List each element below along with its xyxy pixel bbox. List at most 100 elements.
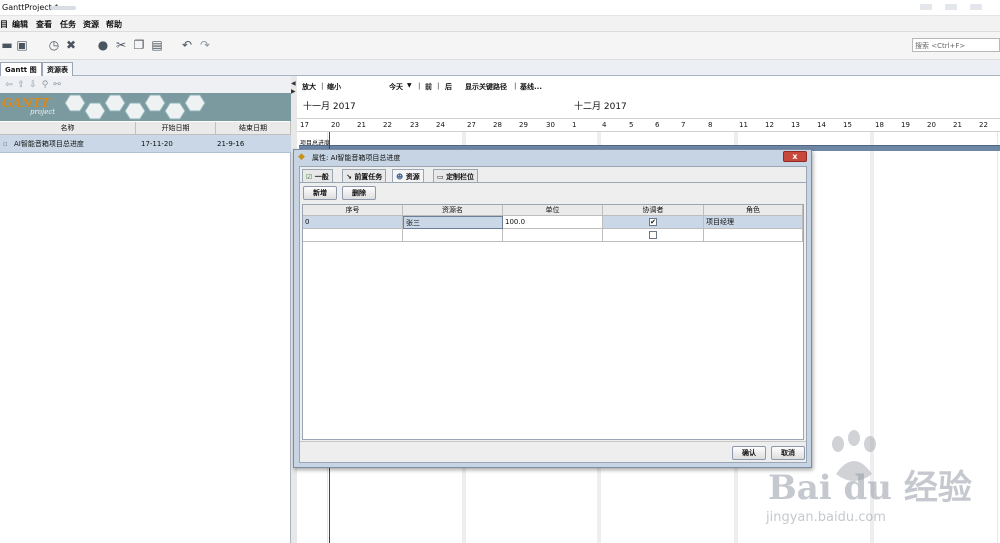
day-label: 14 xyxy=(817,121,826,129)
cell-coordinator[interactable] xyxy=(603,229,704,242)
task-tree-toolbar: ⇦ ⇧ ⇩ ⚲ ⚯ xyxy=(0,76,291,93)
dialog-title-bar[interactable]: ◆ 属性: AI智能音箱项目总进度 x xyxy=(294,150,811,165)
search-input[interactable]: 搜索 <Ctrl+F> xyxy=(912,38,1000,52)
history-icon[interactable]: ◷ xyxy=(47,38,61,52)
column-start-date[interactable]: 开始日期 xyxy=(136,122,216,135)
column-end-date[interactable]: 结束日期 xyxy=(216,122,291,135)
day-label: 12 xyxy=(765,121,774,129)
dialog-title: 属性: AI智能音箱项目总进度 xyxy=(312,154,401,162)
day-label: 11 xyxy=(739,121,748,129)
tab-custom-columns[interactable]: ▭ 定制栏位 xyxy=(433,169,479,182)
day-label: 15 xyxy=(843,121,852,129)
column-unit[interactable]: 单位 xyxy=(503,205,603,216)
task-end[interactable]: 21-9-16 xyxy=(217,135,244,153)
logo-project-text: project xyxy=(30,108,56,116)
save-as-icon[interactable]: ▣ xyxy=(15,38,29,52)
coordinator-checkbox[interactable] xyxy=(649,231,657,239)
day-label: 20 xyxy=(927,121,936,129)
tab-resource-chart[interactable]: 资源表 xyxy=(42,62,73,76)
menu-resource[interactable]: 资源 xyxy=(83,19,99,30)
save-icon[interactable]: ▬ xyxy=(0,38,14,52)
footer-divider xyxy=(300,441,806,442)
column-name[interactable]: 名称 xyxy=(0,122,136,135)
chart-toolbar: 放大 | 缩小 今天 ▼ | 前 | 后 显示关键路径 | 基线... xyxy=(297,76,1000,96)
menu-edit[interactable]: 编辑 xyxy=(12,19,28,30)
column-id[interactable]: 序号 xyxy=(303,205,403,216)
arrow-icon: ↘ xyxy=(346,173,352,181)
tab-resources[interactable]: ☻ 资源 xyxy=(392,169,424,182)
cell-role[interactable] xyxy=(704,229,803,242)
day-label: 13 xyxy=(791,121,800,129)
task-name[interactable]: AI智能音箱项目总进度 xyxy=(14,135,84,153)
menu-project[interactable]: 目 xyxy=(0,19,8,30)
task-table-header: 名称 开始日期 结束日期 xyxy=(0,122,291,135)
menu-help[interactable]: 帮助 xyxy=(106,19,122,30)
maximize-button[interactable] xyxy=(945,4,957,10)
title-filename-blur xyxy=(50,6,76,10)
zoom-out-button[interactable]: 缩小 xyxy=(327,82,341,92)
day-label: 24 xyxy=(436,121,445,129)
critical-path-button[interactable]: 显示关键路径 xyxy=(465,82,507,92)
cell-role[interactable]: 项目经理 xyxy=(704,216,803,229)
cut-icon[interactable]: ✂ xyxy=(114,38,128,52)
collapse-right-icon[interactable]: ▶ xyxy=(291,88,296,95)
redo-icon[interactable]: ↷ xyxy=(198,38,212,52)
title-bar: GanttProject * xyxy=(0,0,1000,16)
window-close-button[interactable] xyxy=(970,4,982,10)
menu-bar: 目 编辑 查看 任务 资源 帮助 xyxy=(0,16,1000,32)
cell-resource-name[interactable] xyxy=(403,229,503,242)
cell-unit[interactable]: 100.0 xyxy=(503,216,603,229)
cell-id[interactable] xyxy=(303,229,403,242)
day-label: 21 xyxy=(357,121,366,129)
paste-icon[interactable]: ▤ xyxy=(150,38,164,52)
cell-id[interactable]: 0 xyxy=(303,216,403,229)
task-start[interactable]: 17-11-20 xyxy=(141,135,173,153)
minimize-button[interactable] xyxy=(920,4,932,10)
delete-icon[interactable]: ✖ xyxy=(64,38,78,52)
menu-view[interactable]: 查看 xyxy=(36,19,52,30)
undo-icon[interactable]: ↶ xyxy=(180,38,194,52)
chevron-down-icon[interactable]: ▼ xyxy=(407,82,412,89)
hexagon-pattern-icon xyxy=(64,94,206,120)
cell-unit[interactable] xyxy=(503,229,603,242)
logo-banner: GANTT project xyxy=(0,93,291,121)
view-tab-bar: Gantt 图 资源表 xyxy=(0,60,1000,76)
dialog-body: ☑ 一般 ↘ 前置任务 ☻ 资源 ▭ 定制栏位 新增 删除 序号 资源名 单位 … xyxy=(299,166,807,463)
tab-custom-columns-label: 定制栏位 xyxy=(446,173,475,181)
column-coordinator[interactable]: 协调者 xyxy=(603,205,704,216)
tab-gantt[interactable]: Gantt 图 xyxy=(0,62,42,76)
cell-resource-name[interactable]: 张三 xyxy=(403,216,503,229)
resource-icon: ☻ xyxy=(396,173,404,181)
menu-task[interactable]: 任务 xyxy=(60,19,76,30)
day-label: 18 xyxy=(875,121,884,129)
cell-coordinator[interactable]: ✔ xyxy=(603,216,704,229)
month-label-dec: 十二月 2017 xyxy=(574,102,627,112)
day-label: 19 xyxy=(901,121,910,129)
zoom-in-button[interactable]: 放大 xyxy=(302,82,316,92)
prev-button[interactable]: 前 xyxy=(425,82,432,92)
toolbar: ▬ ▣ ◷ ✖ ● ✂ ❐ ▤ ↶ ↷ xyxy=(0,32,1000,60)
copy-icon[interactable]: ❐ xyxy=(132,38,146,52)
close-icon[interactable]: x xyxy=(783,151,807,162)
info-icon[interactable]: ● xyxy=(96,38,110,52)
row-bullet-icon: ▫ xyxy=(3,140,8,148)
tab-predecessors[interactable]: ↘ 前置任务 xyxy=(342,169,387,182)
coordinator-checkbox-checked[interactable]: ✔ xyxy=(649,218,657,226)
next-button[interactable]: 后 xyxy=(445,82,452,92)
delete-button[interactable]: 删除 xyxy=(342,186,376,200)
collapse-left-icon[interactable]: ◀ xyxy=(291,80,296,87)
unlink-icon[interactable]: ⚯ xyxy=(50,78,64,92)
today-button[interactable]: 今天 xyxy=(389,82,403,92)
day-label: 22 xyxy=(383,121,392,129)
column-role[interactable]: 角色 xyxy=(704,205,803,216)
month-label-nov: 十一月 2017 xyxy=(303,102,356,112)
day-label: 5 xyxy=(629,121,634,129)
task-tree-pane: ⇦ ⇧ ⇩ ⚲ ⚯ GANTT project 名称 开始日期 结束日期 ▫ A… xyxy=(0,76,291,543)
day-label: 27 xyxy=(467,121,476,129)
column-resource-name[interactable]: 资源名 xyxy=(403,205,503,216)
tab-general[interactable]: ☑ 一般 xyxy=(302,169,333,182)
add-button[interactable]: 新增 xyxy=(303,186,337,200)
table-row[interactable]: ▫ AI智能音箱项目总进度 17-11-20 21-9-16 xyxy=(0,135,291,153)
baseline-button[interactable]: 基线... xyxy=(520,82,542,92)
tab-general-label: 一般 xyxy=(314,173,329,181)
